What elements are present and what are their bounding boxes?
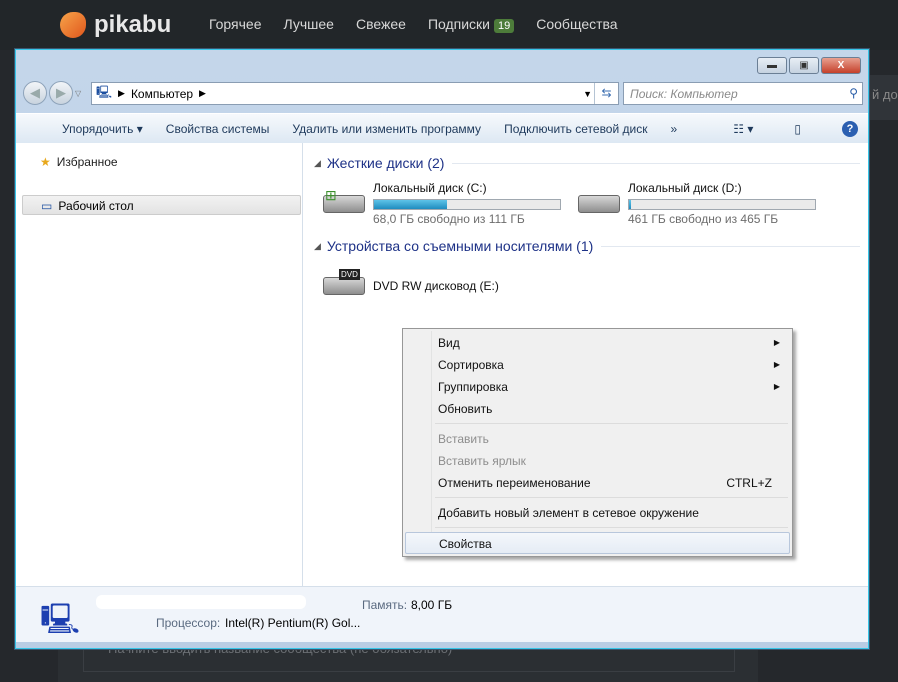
- navigation-pane: ★ Избранное ▭ Рабочий стол: [16, 143, 303, 586]
- site-header: pikabu Горячее Лучшее Свежее Подписки 19 …: [0, 0, 898, 50]
- subscriptions-badge: 19: [494, 19, 515, 33]
- menu-item-paste: Вставить: [438, 432, 489, 446]
- star-icon: ★: [40, 155, 51, 169]
- drive-d[interactable]: Локальный диск (D:) 461 ГБ свободно из 46…: [576, 181, 816, 226]
- menu-item-group[interactable]: Группировка ▶: [405, 376, 790, 398]
- menu-item-refresh[interactable]: Обновить: [405, 398, 790, 420]
- submenu-arrow-icon: ▶: [773, 338, 780, 347]
- view-controls: ☷ ▾ ▯ ?: [710, 120, 858, 137]
- chevron-right-icon[interactable]: ▶: [118, 88, 125, 99]
- memory-value: 8,00 ГБ: [411, 598, 453, 612]
- desktop-icon: ▭: [41, 199, 53, 213]
- menu-item-view[interactable]: Вид ▶: [405, 332, 790, 354]
- menu-separator: [435, 423, 788, 424]
- drive-c[interactable]: ⊞ Локальный диск (C:) 68,0 ГБ свободно из…: [321, 181, 561, 226]
- drive-name: Локальный диск (D:): [628, 181, 742, 195]
- history-dropdown-icon[interactable]: ▽: [75, 89, 81, 98]
- usage-bar: [628, 199, 816, 210]
- menu-item-paste-shortcut: Вставить ярлык: [438, 454, 526, 468]
- logo-icon: [60, 12, 86, 38]
- window-controls: ▬ ▣ X: [757, 57, 861, 74]
- preview-pane-icon[interactable]: ▯: [794, 122, 801, 136]
- collapse-icon[interactable]: ◢: [314, 241, 321, 252]
- submenu-arrow-icon: ▶: [773, 360, 780, 369]
- collapse-icon[interactable]: ◢: [314, 158, 321, 169]
- group-title: Устройства со съемными носителями (1): [326, 238, 594, 254]
- address-bar[interactable]: 🖳 ▶ Компьютер ▶ ▼ ⇆: [91, 82, 619, 105]
- cpu-label: Процессор:: [156, 616, 221, 630]
- chevron-right-icon[interactable]: ▶: [199, 88, 206, 99]
- computer-icon: 🖳: [96, 85, 113, 99]
- nav-fresh[interactable]: Свежее: [356, 16, 406, 32]
- more-button[interactable]: »: [670, 122, 677, 136]
- drive-name: Локальный диск (C:): [373, 181, 487, 195]
- favorites-label: Избранное: [56, 155, 118, 169]
- side-panel: й до: [868, 75, 898, 120]
- back-button[interactable]: ◀: [23, 81, 47, 105]
- menu-item-properties[interactable]: Свойства: [405, 532, 790, 554]
- maximize-button[interactable]: ▣: [789, 57, 819, 74]
- submenu-arrow-icon: ▶: [773, 382, 780, 391]
- menu-separator: [435, 497, 788, 498]
- help-icon[interactable]: ?: [842, 120, 858, 137]
- windows-drive-icon: ⊞: [321, 181, 367, 217]
- nav-subscriptions-label: Подписки: [427, 16, 490, 32]
- site-nav: Горячее Лучшее Свежее Подписки 19 Сообщес…: [209, 16, 618, 33]
- desktop-label: Рабочий стол: [58, 199, 134, 213]
- nav-communities[interactable]: Сообщества: [536, 16, 617, 32]
- uninstall-program-button[interactable]: Удалить или изменить программу: [292, 122, 481, 136]
- close-button[interactable]: X: [821, 57, 861, 74]
- nav-hot[interactable]: Горячее: [209, 16, 262, 32]
- memory-label: Память:: [362, 598, 408, 612]
- organize-button[interactable]: Упорядочить ▾: [39, 122, 143, 136]
- search-icon[interactable]: ⚲: [849, 86, 858, 100]
- usage-bar: [373, 199, 561, 210]
- nav-subscriptions[interactable]: Подписки 19: [427, 16, 515, 33]
- menu-separator: [435, 527, 788, 528]
- forward-button[interactable]: ▶: [49, 81, 73, 105]
- shortcut-label: CTRL+Z: [726, 476, 772, 490]
- menu-item-add-network-location[interactable]: Добавить новый элемент в сетевое окружен…: [405, 502, 790, 524]
- system-properties-button[interactable]: Свойства системы: [166, 122, 270, 136]
- dvd-drive[interactable]: DVD DVD RW дисковод (E:): [321, 263, 499, 299]
- drive-free: 68,0 ГБ свободно из 111 ГБ: [373, 212, 525, 226]
- desktop-item[interactable]: ▭ Рабочий стол: [22, 195, 301, 215]
- drive-free: 461 ГБ свободно из 465 ГБ: [628, 212, 779, 226]
- refresh-icon[interactable]: ⇆: [594, 83, 618, 104]
- command-bar: Упорядочить ▾ Свойства системы Удалить и…: [16, 113, 868, 143]
- dvd-drive-icon: DVD: [321, 263, 367, 299]
- view-options-icon[interactable]: ☷ ▾: [733, 122, 753, 136]
- logo-text: pikabu: [94, 11, 172, 38]
- nav-best[interactable]: Лучшее: [284, 16, 334, 32]
- context-menu: Вид ▶ Сортировка ▶ Группировка ▶ Обновить В…: [402, 328, 793, 557]
- menu-item-sort[interactable]: Сортировка ▶: [405, 354, 790, 376]
- drive-name: DVD RW дисковод (E:): [373, 279, 499, 293]
- pikabu-logo[interactable]: pikabu: [60, 11, 171, 39]
- address-crumb[interactable]: Компьютер: [131, 87, 193, 101]
- group-title: Жесткие диски (2): [326, 155, 445, 171]
- computer-icon: 🖳: [40, 603, 81, 636]
- group-removable[interactable]: ◢ Устройства со съемными носителями (1): [314, 238, 860, 254]
- minimize-button[interactable]: ▬: [757, 57, 787, 74]
- drive-icon: [576, 181, 622, 217]
- favorites-item[interactable]: ★ Избранное: [40, 155, 118, 169]
- menu-item-undo-rename[interactable]: Отменить переименование CTRL+Z: [405, 472, 790, 494]
- cpu-value: Intel(R) Pentium(R) Gol...: [225, 616, 361, 630]
- map-network-drive-button[interactable]: Подключить сетевой диск: [504, 122, 647, 136]
- search-placeholder: Поиск: Компьютер: [630, 87, 738, 101]
- address-dropdown-icon[interactable]: ▼: [583, 89, 592, 99]
- nav-buttons: ◀ ▶ ▽: [23, 81, 81, 105]
- organize-label: Упорядочить: [62, 121, 134, 136]
- search-input[interactable]: Поиск: Компьютер ⚲: [623, 82, 863, 105]
- group-hard-disks[interactable]: ◢ Жесткие диски (2): [314, 155, 860, 171]
- details-pane: 🖳 Память: 8,00 ГБ Процессор: Intel(R) Pe…: [16, 586, 868, 642]
- redacted-computer-name: [96, 595, 306, 609]
